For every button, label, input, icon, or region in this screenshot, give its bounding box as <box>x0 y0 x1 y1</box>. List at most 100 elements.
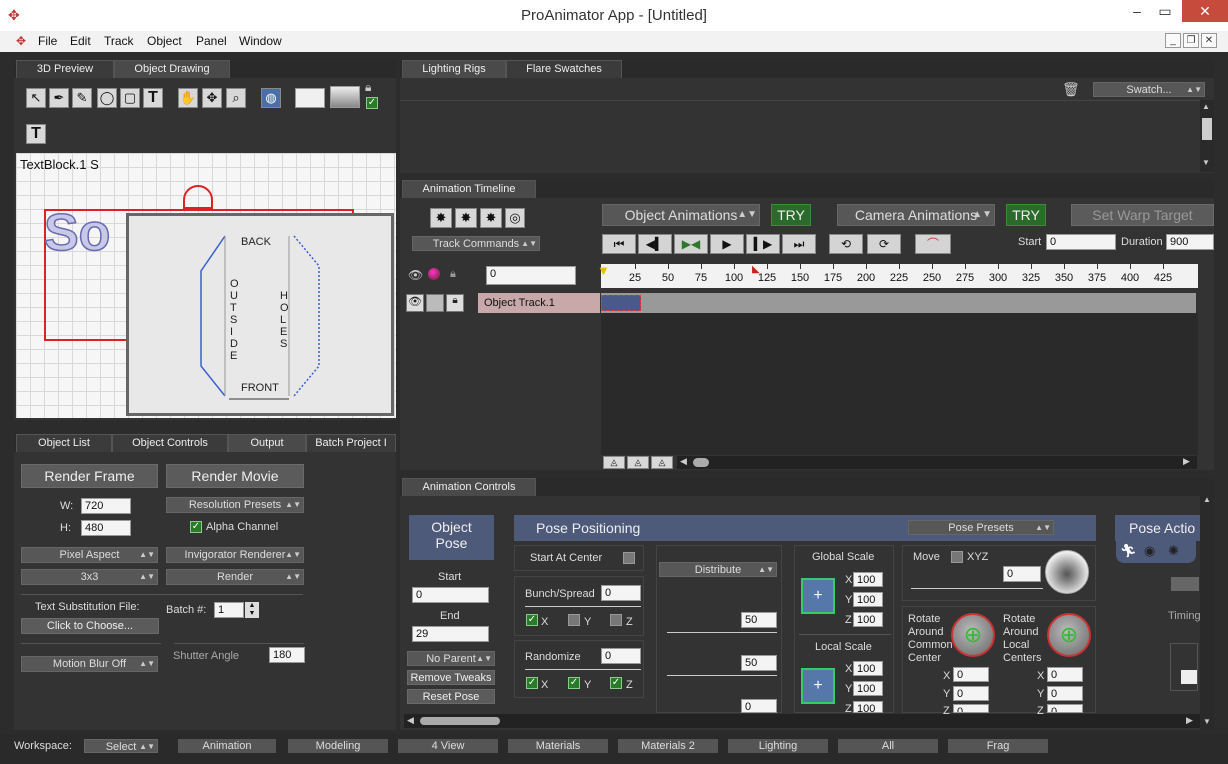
resolution-presets-dropdown[interactable]: Resolution Presets ▲▼ <box>166 497 304 513</box>
distribute-dropdown[interactable]: Distribute ▲▼ <box>659 562 777 577</box>
eye-action-icon[interactable]: ◉ <box>1144 543 1155 559</box>
antialias-dropdown[interactable]: 3x3 ▲▼ <box>21 569 158 585</box>
drawing-canvas[interactable]: TextBlock.1 S So BACK OUTSIDE HOLES FRON… <box>16 153 396 418</box>
add-keys-icon[interactable]: ✸ <box>480 208 502 228</box>
zoom-large-icon[interactable]: ◬ <box>651 456 673 469</box>
move-slider[interactable] <box>911 588 1043 589</box>
randomize-field[interactable]: 0 <box>601 648 641 664</box>
timeline-ruler[interactable]: ▼ ◣ 25 50 75 100 125 150 175 200 225 250 275 300 325… <box>597 263 1198 288</box>
tab-batch-project[interactable]: Batch Project I <box>306 434 396 452</box>
tab-animation-timeline[interactable]: Animation Timeline <box>402 180 536 198</box>
target-icon[interactable]: ◎ <box>505 208 525 228</box>
zoom-icon[interactable]: ⌕ <box>226 88 246 108</box>
bunch-slider[interactable] <box>525 606 641 607</box>
menu-window[interactable]: Window <box>239 34 282 48</box>
hand-icon[interactable]: ✋ <box>178 88 198 108</box>
timeline-h-scrollbar[interactable]: ◀ ▶ <box>677 456 1197 469</box>
track-visibility-icon[interactable]: 👁︎ <box>406 294 424 312</box>
bunch-x-checkbox[interactable]: ✓ <box>526 614 538 626</box>
rotate-handle-icon[interactable] <box>183 185 213 209</box>
object-track-label[interactable]: Object Track.1 <box>478 293 600 313</box>
tab-animation-controls[interactable]: Animation Controls <box>402 478 536 496</box>
scroll-right-icon[interactable]: ▶ <box>1186 715 1193 726</box>
workspace-materials-button[interactable]: Materials <box>508 739 608 753</box>
playhead-marker-icon[interactable]: ▼ <box>597 263 610 278</box>
zoom-medium-icon[interactable]: ◬ <box>627 456 649 469</box>
pose-end-field[interactable]: 29 <box>412 626 489 642</box>
step-forward-icon[interactable]: ▍▶ <box>746 234 780 254</box>
batch-field[interactable]: 1 <box>214 602 244 618</box>
tab-object-controls[interactable]: Object Controls <box>112 434 228 452</box>
scroll-left-icon[interactable]: ◀ <box>407 715 414 726</box>
gs-y-field[interactable]: 100 <box>853 592 883 607</box>
menu-panel[interactable]: Panel <box>196 34 227 48</box>
rl-x-field[interactable]: 0 <box>1047 667 1083 682</box>
ls-z-field[interactable]: 100 <box>853 701 883 715</box>
tab-lighting-rigs[interactable]: Lighting Rigs <box>402 60 506 78</box>
random-x-checkbox[interactable]: ✓ <box>526 677 538 689</box>
scroll-thumb[interactable] <box>1202 118 1212 140</box>
pencil-icon[interactable]: ✎ <box>72 88 92 108</box>
workspace-frag-button[interactable]: Frag <box>948 739 1048 753</box>
rc-x-field[interactable]: 0 <box>953 667 989 682</box>
stroke-gradient-swatch[interactable] <box>330 86 360 108</box>
try-camera-button[interactable]: TRY <box>1006 204 1046 226</box>
try-object-button[interactable]: TRY <box>771 204 811 226</box>
ls-x-field[interactable]: 100 <box>853 661 883 676</box>
pen-icon[interactable]: ✒ <box>49 88 69 108</box>
scroll-right-icon[interactable]: ▶ <box>1183 456 1190 467</box>
loop-icon[interactable]: ⟲ <box>829 234 863 254</box>
profile-preview[interactable]: BACK OUTSIDE HOLES FRONT <box>126 213 394 416</box>
gs-x-field[interactable]: 100 <box>853 572 883 587</box>
runner-icon[interactable]: 🏃︎ <box>1120 543 1137 559</box>
rotate-common-globe-icon[interactable]: ⊕ <box>951 613 995 657</box>
duration-field[interactable]: 900 <box>1166 234 1214 250</box>
burst-action-icon[interactable]: ✺ <box>1168 543 1179 559</box>
ping-pong-icon[interactable]: ▶◀ <box>674 234 708 254</box>
zoom-small-icon[interactable]: ◬ <box>603 456 625 469</box>
lock-checkbox[interactable]: ✓ <box>366 97 378 109</box>
scroll-left-icon[interactable]: ◀ <box>680 456 687 467</box>
mdi-close-button[interactable]: ✕ <box>1201 33 1217 48</box>
shutter-angle-field[interactable]: 180 <box>269 647 305 663</box>
bunch-spread-field[interactable]: 0 <box>601 585 641 601</box>
loop-range-icon[interactable]: ⟳ <box>867 234 901 254</box>
visibility-eye-icon[interactable]: 👁︎ <box>408 268 423 282</box>
start-at-center-checkbox[interactable] <box>623 552 635 564</box>
globe-icon[interactable]: ◍ <box>261 88 281 108</box>
anim-controls-h-scrollbar[interactable]: ◀ ▶ <box>404 714 1200 728</box>
menu-track[interactable]: Track <box>104 34 134 48</box>
workspace-select-dropdown[interactable]: Select ▲▼ <box>84 739 158 753</box>
play-icon[interactable]: ▶ <box>710 234 744 254</box>
tab-object-list[interactable]: Object List <box>16 434 112 452</box>
go-end-icon[interactable]: ⏭ <box>782 234 816 254</box>
scroll-thumb[interactable] <box>420 717 500 725</box>
go-start-icon[interactable]: ⏮ <box>602 234 636 254</box>
mdi-minimize-button[interactable]: _ <box>1165 33 1181 48</box>
alpha-channel-checkbox[interactable]: ✓ <box>190 521 202 533</box>
xyz-checkbox[interactable] <box>951 551 963 563</box>
tab-object-drawing[interactable]: Object Drawing <box>114 60 230 78</box>
menu-file[interactable]: File <box>38 34 57 48</box>
lighting-scrollbar[interactable]: ▲ ▼ <box>1200 100 1214 172</box>
rl-z-field[interactable]: 0 <box>1047 704 1083 713</box>
swatch-dropdown[interactable]: Swatch... ▲▼ <box>1093 82 1205 97</box>
no-parent-dropdown[interactable]: No Parent ▲▼ <box>407 651 495 666</box>
anim-controls-v-scrollbar[interactable]: ▲ ▼ <box>1200 495 1214 730</box>
distribute-slider-1[interactable] <box>667 632 777 633</box>
minimize-button[interactable]: – <box>1124 0 1150 22</box>
rc-z-field[interactable]: 0 <box>953 704 989 713</box>
reset-pose-button[interactable]: Reset Pose <box>407 689 495 704</box>
workspace-lighting-button[interactable]: Lighting <box>728 739 828 753</box>
workspace-all-button[interactable]: All <box>838 739 938 753</box>
menu-edit[interactable]: Edit <box>70 34 91 48</box>
global-scale-cube-icon[interactable]: + <box>801 578 835 614</box>
rl-y-field[interactable]: 0 <box>1047 686 1083 701</box>
motion-blur-dropdown[interactable]: Motion Blur Off ▲▼ <box>21 656 158 672</box>
move-trackball-icon[interactable] <box>1045 550 1089 594</box>
fill-color-swatch[interactable] <box>295 88 325 108</box>
workspace-animation-button[interactable]: Animation <box>178 739 276 753</box>
workspace-4view-button[interactable]: 4 View <box>398 739 498 753</box>
scroll-thumb[interactable] <box>693 458 709 467</box>
camera-animations-dropdown[interactable]: Camera Animations ▲▼ <box>837 204 995 226</box>
